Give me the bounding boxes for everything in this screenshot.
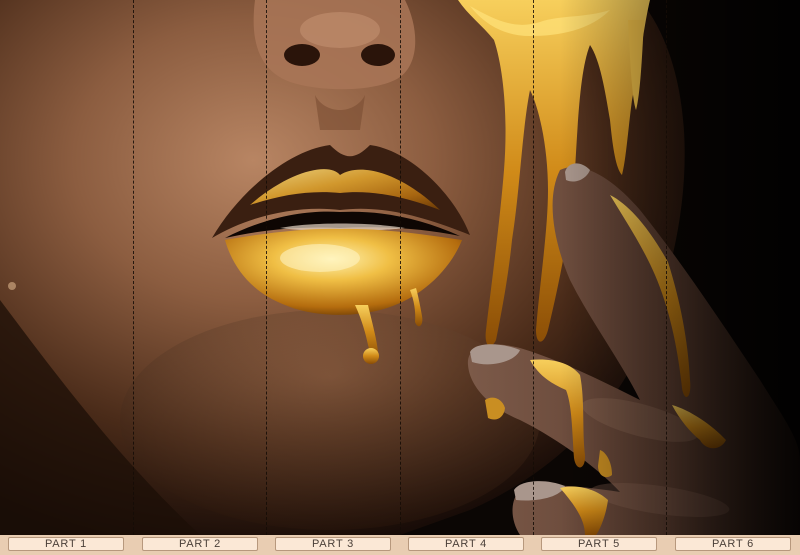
part-label-5[interactable]: PART 5 bbox=[541, 537, 657, 551]
part-label-3[interactable]: PART 3 bbox=[275, 537, 391, 551]
panel-divider-4 bbox=[533, 0, 534, 535]
part-label-6[interactable]: PART 6 bbox=[675, 537, 791, 551]
panel-divider-2 bbox=[266, 0, 267, 535]
part-label-1[interactable]: PART 1 bbox=[8, 537, 124, 551]
part-label-4[interactable]: PART 4 bbox=[408, 537, 524, 551]
parts-bar: PART 1 PART 2 PART 3 PART 4 PART 5 PART … bbox=[0, 535, 800, 555]
panel-divider-5 bbox=[666, 0, 667, 535]
part-label-2[interactable]: PART 2 bbox=[142, 537, 258, 551]
wall-mural-artwork bbox=[0, 0, 800, 535]
panel-divider-1 bbox=[133, 0, 134, 535]
panel-divider-3 bbox=[400, 0, 401, 535]
